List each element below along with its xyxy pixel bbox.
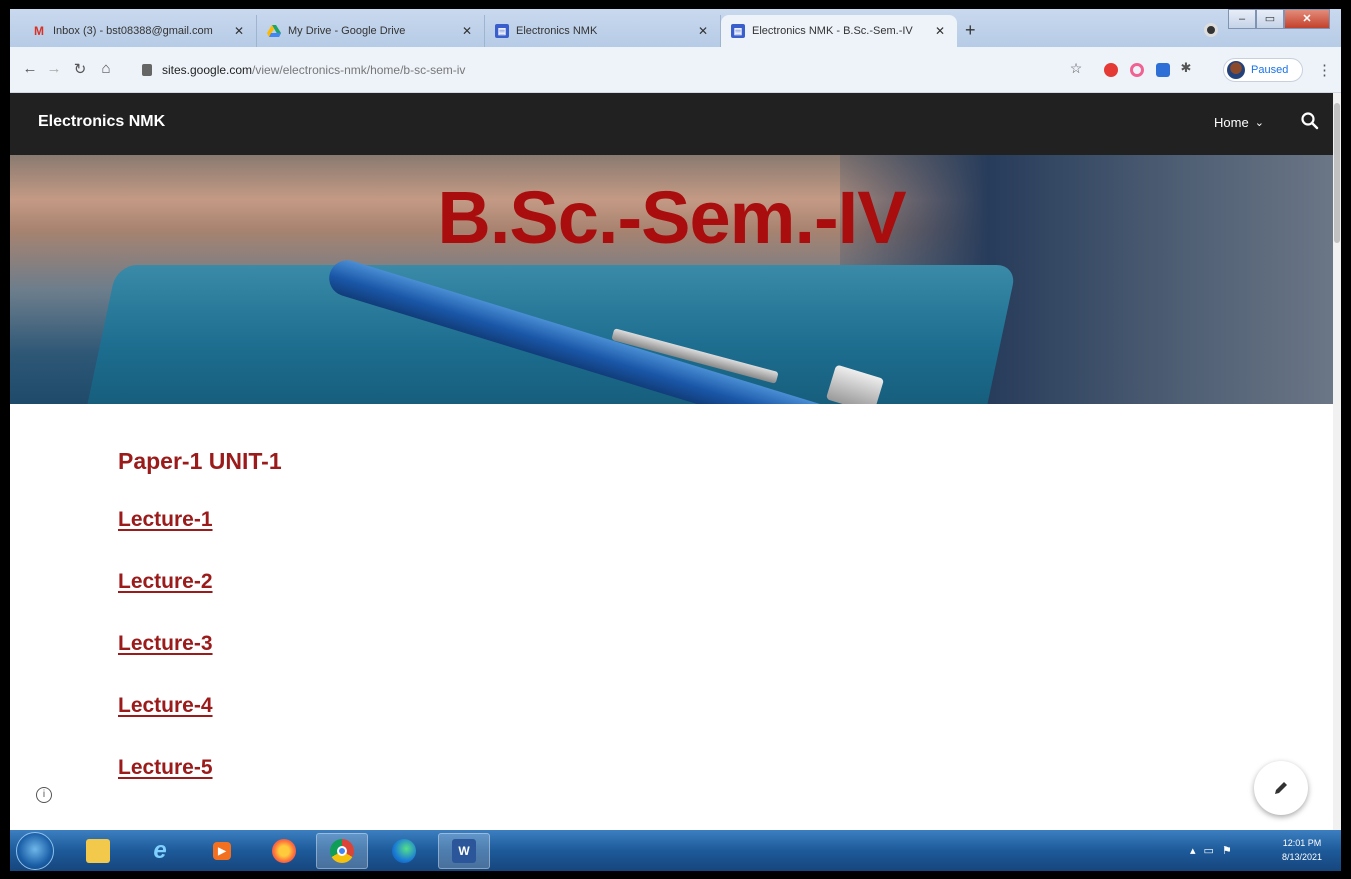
- maximize-button[interactable]: ▭: [1256, 9, 1284, 29]
- minimize-button[interactable]: –: [1228, 9, 1256, 29]
- clock-time: 12:01 PM: [1282, 838, 1322, 848]
- internet-explorer-icon[interactable]: e: [134, 833, 186, 869]
- url-path: /view/electronics-nmk/home/b-sc-sem-iv: [252, 63, 466, 77]
- folder-icon: [86, 839, 110, 863]
- lecture-link-1[interactable]: Lecture-1: [118, 508, 213, 532]
- nav-home-menu[interactable]: Home ⌄: [1214, 115, 1264, 130]
- google-sites-icon: ▤: [495, 24, 509, 38]
- search-icon[interactable]: [1300, 111, 1320, 131]
- scrollbar-thumb[interactable]: [1334, 103, 1340, 243]
- ie-glyph: e: [153, 837, 167, 864]
- word-glyph: W: [452, 839, 476, 863]
- tab-title: Electronics NMK: [516, 25, 598, 37]
- home-icon[interactable]: ⌂: [96, 60, 116, 77]
- extension-diamond-icon[interactable]: [1130, 63, 1144, 77]
- desktop-screen: M Inbox (3) - bst08388@gmail.com ✕ My Dr…: [10, 9, 1341, 871]
- tab-close-icon[interactable]: ✕: [933, 24, 947, 38]
- system-tray: ▴ ▭ ⚑: [1190, 830, 1232, 871]
- lecture-link-3[interactable]: Lecture-3: [118, 632, 213, 656]
- page-scrollbar[interactable]: [1333, 93, 1341, 830]
- action-center-flag-icon[interactable]: ⚑: [1222, 844, 1232, 857]
- tab-b-sc-sem-iv[interactable]: ▤ Electronics NMK - B.Sc.-Sem.-IV ✕: [721, 15, 957, 47]
- tab-electronics-nmk[interactable]: ▤ Electronics NMK ✕: [485, 15, 721, 47]
- windows-start-button[interactable]: [16, 832, 54, 870]
- windows-explorer-icon[interactable]: [72, 833, 124, 869]
- new-tab-button[interactable]: +: [965, 21, 976, 39]
- extension-zoom-icon[interactable]: [1156, 63, 1170, 77]
- taskbar-clock[interactable]: 12:01 PM 8/13/2021: [1272, 836, 1332, 864]
- google-drive-icon: [267, 24, 281, 38]
- chrome-profile-icon[interactable]: [1204, 23, 1218, 37]
- lecture-link-5[interactable]: Lecture-5: [118, 756, 213, 780]
- browser-toolbar: ← → ↻ ⌂ sites.google.com/view/electronic…: [10, 47, 1341, 93]
- gmail-icon: M: [34, 24, 44, 38]
- close-window-button[interactable]: ✕: [1284, 9, 1330, 29]
- screenshot-frame: M Inbox (3) - bst08388@gmail.com ✕ My Dr…: [0, 0, 1351, 879]
- edit-pencil-button[interactable]: [1254, 761, 1308, 815]
- lecture-link-4[interactable]: Lecture-4: [118, 694, 213, 718]
- firefox-icon[interactable]: [258, 833, 310, 869]
- reload-icon[interactable]: ↻: [70, 60, 90, 78]
- chevron-down-icon: ⌄: [1254, 117, 1264, 129]
- section-heading: Paper-1 UNIT-1: [118, 448, 282, 474]
- profile-status-label: Paused: [1251, 64, 1289, 76]
- firefox-glyph: [272, 839, 296, 863]
- nav-home-label: Home: [1214, 115, 1249, 130]
- lecture-link-2[interactable]: Lecture-2: [118, 570, 213, 594]
- media-glyph: ▶: [213, 842, 231, 860]
- tab-title: Inbox (3) - bst08388@gmail.com: [53, 25, 213, 37]
- tab-title: My Drive - Google Drive: [288, 25, 406, 37]
- site-header: Electronics NMK Home ⌄: [10, 93, 1333, 155]
- address-bar[interactable]: sites.google.com/view/electronics-nmk/ho…: [142, 56, 1062, 84]
- google-sites-icon: ▤: [731, 24, 745, 38]
- chrome-icon[interactable]: [316, 833, 368, 869]
- back-arrow-icon[interactable]: ←: [20, 60, 40, 77]
- tab-google-drive[interactable]: My Drive - Google Drive ✕: [257, 15, 485, 47]
- page-banner: B.Sc.-Sem.-IV: [10, 155, 1333, 404]
- tab-title: Electronics NMK - B.Sc.-Sem.-IV: [752, 25, 913, 37]
- site-title[interactable]: Electronics NMK: [38, 113, 165, 131]
- extension-record-icon[interactable]: [1104, 63, 1118, 77]
- word-icon[interactable]: W: [438, 833, 490, 869]
- url-host: sites.google.com: [162, 63, 253, 77]
- tab-close-icon[interactable]: ✕: [696, 24, 710, 38]
- network-icon[interactable]: ▭: [1204, 844, 1214, 857]
- bookmark-star-icon[interactable]: ☆: [1066, 60, 1086, 77]
- pencil-icon: [1275, 782, 1287, 794]
- window-controls: – ▭ ✕: [1228, 9, 1330, 31]
- clock-date: 8/13/2021: [1281, 852, 1323, 862]
- tab-close-icon[interactable]: ✕: [460, 24, 474, 38]
- edge-icon[interactable]: [378, 833, 430, 869]
- tab-gmail[interactable]: M Inbox (3) - bst08388@gmail.com ✕: [22, 15, 257, 47]
- page-title: B.Sc.-Sem.-IV: [437, 176, 906, 259]
- extensions-puzzle-icon[interactable]: ✱: [1176, 60, 1196, 76]
- windows-taskbar: e ▶ W ▴ ▭ ⚑ 12:01 PM 8/13/2021: [10, 830, 1341, 871]
- edge-glyph: [392, 839, 416, 863]
- chrome-glyph: [330, 839, 354, 863]
- tray-expand-icon[interactable]: ▴: [1190, 844, 1196, 857]
- chrome-menu-icon[interactable]: ⋮: [1317, 61, 1332, 79]
- media-player-icon[interactable]: ▶: [196, 833, 248, 869]
- avatar: [1227, 61, 1245, 79]
- forward-arrow-icon[interactable]: →: [44, 60, 64, 77]
- page-content: Paper-1 UNIT-1 Lecture-1 Lecture-2 Lectu…: [10, 404, 1333, 830]
- tab-close-icon[interactable]: ✕: [232, 24, 246, 38]
- lock-icon: [142, 64, 152, 76]
- info-icon[interactable]: i: [36, 787, 52, 803]
- browser-tab-strip: M Inbox (3) - bst08388@gmail.com ✕ My Dr…: [10, 9, 1341, 47]
- profile-paused-button[interactable]: Paused: [1223, 58, 1303, 82]
